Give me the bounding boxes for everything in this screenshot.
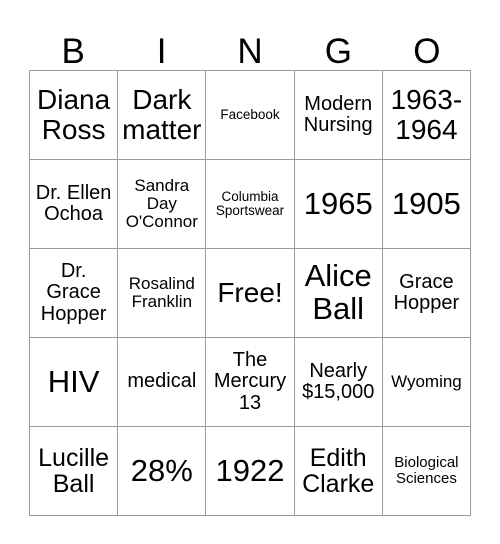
bingo-cell-free-space[interactable]: Free!	[206, 249, 295, 338]
bingo-cell[interactable]: Columbia Sportswear	[206, 160, 295, 249]
bingo-cell[interactable]: 1905	[382, 160, 472, 249]
header-letter-text: I	[156, 32, 167, 71]
bingo-cell-text: Free!	[217, 277, 283, 309]
bingo-cell[interactable]: Sandra Day O'Connor	[118, 160, 207, 249]
bingo-cell[interactable]: Grace Hopper	[382, 249, 472, 338]
bingo-cell[interactable]: Biological Sciences	[382, 427, 472, 516]
bingo-cell-text: Wyoming	[391, 371, 462, 391]
bingo-cell-text: 28%	[130, 452, 193, 488]
bingo-cell-text: Grace Hopper	[393, 270, 460, 314]
bingo-card: B I N G O Diana Ross Dark matter Faceboo…	[0, 0, 500, 544]
bingo-grid: Diana Ross Dark matter Facebook Modern N…	[29, 70, 472, 516]
bingo-cell[interactable]: Nearly $15,000	[294, 338, 383, 427]
bingo-header-letter-b: B	[29, 14, 117, 70]
bingo-cell-text: Sandra Day O'Connor	[125, 175, 198, 231]
bingo-header-letter-g: G	[294, 14, 382, 70]
bingo-cell[interactable]: medical	[118, 338, 207, 427]
header-letter-text: G	[324, 32, 353, 71]
bingo-cell-text: Dr. Ellen Ochoa	[35, 181, 112, 225]
bingo-cell[interactable]: Lucille Ball	[30, 427, 119, 516]
header-letter-text: O	[413, 32, 441, 71]
bingo-cell[interactable]: The Mercury 13	[206, 338, 295, 427]
bingo-cell[interactable]: Diana Ross	[30, 71, 119, 160]
bingo-cell-text: HIV	[47, 363, 100, 399]
bingo-row: Diana Ross Dark matter Facebook Modern N…	[30, 71, 472, 160]
bingo-cell-text: Dr. Grace Hopper	[40, 260, 107, 325]
bingo-cell-text: Columbia Sportswear	[215, 188, 285, 218]
bingo-cell[interactable]: 1922	[206, 427, 295, 516]
bingo-cell[interactable]: 1965	[294, 160, 383, 249]
header-letter-text: B	[61, 32, 85, 71]
bingo-cell[interactable]: Alice Ball	[294, 249, 383, 338]
bingo-row: Dr. Ellen Ochoa Sandra Day O'Connor Colu…	[30, 160, 472, 249]
bingo-cell[interactable]: Dr. Grace Hopper	[30, 249, 119, 338]
bingo-cell[interactable]: Modern Nursing	[294, 71, 383, 160]
bingo-row: Lucille Ball 28% 1922 Edith Clarke Biolo…	[30, 427, 472, 516]
bingo-cell-text: Edith Clarke	[302, 443, 375, 498]
bingo-cell-text: 1905	[391, 185, 461, 221]
bingo-header-letter-n: N	[206, 14, 294, 70]
bingo-cell[interactable]: Rosalind Franklin	[118, 249, 207, 338]
bingo-header-row: B I N G O	[29, 14, 471, 70]
bingo-cell[interactable]: Facebook	[206, 71, 295, 160]
bingo-cell[interactable]: Dark matter	[118, 71, 207, 160]
bingo-cell-text: The Mercury 13	[213, 349, 287, 414]
header-letter-text: N	[237, 32, 263, 71]
bingo-cell[interactable]: Wyoming	[382, 338, 472, 427]
bingo-cell-text: 1922	[215, 452, 285, 488]
bingo-cell-text: Biological Sciences	[394, 454, 459, 487]
bingo-cell-text: Nearly $15,000	[302, 359, 375, 403]
bingo-cell-text: Diana Ross	[37, 84, 111, 145]
bingo-row: HIV medical The Mercury 13 Nearly $15,00…	[30, 338, 472, 427]
bingo-cell-text: Modern Nursing	[303, 92, 373, 136]
bingo-cell[interactable]: Dr. Ellen Ochoa	[30, 160, 119, 249]
bingo-cell-text: medical	[127, 370, 197, 393]
bingo-cell-text: Alice Ball	[304, 258, 372, 326]
bingo-cell[interactable]: 28%	[118, 427, 207, 516]
bingo-header-letter-o: O	[383, 14, 471, 70]
bingo-cell-text: Lucille Ball	[38, 443, 110, 498]
bingo-cell[interactable]: 1963- 1964	[382, 71, 472, 160]
bingo-cell-text: 1965	[303, 185, 373, 221]
bingo-header-letter-i: I	[117, 14, 205, 70]
bingo-cell-text: Dark matter	[122, 84, 202, 145]
bingo-row: Dr. Grace Hopper Rosalind Franklin Free!…	[30, 249, 472, 338]
bingo-cell[interactable]: HIV	[30, 338, 119, 427]
bingo-cell[interactable]: Edith Clarke	[294, 427, 383, 516]
bingo-cell-text: Rosalind Franklin	[128, 273, 195, 311]
bingo-cell-text: 1963- 1964	[390, 84, 463, 145]
bingo-cell-text: Facebook	[220, 106, 280, 122]
